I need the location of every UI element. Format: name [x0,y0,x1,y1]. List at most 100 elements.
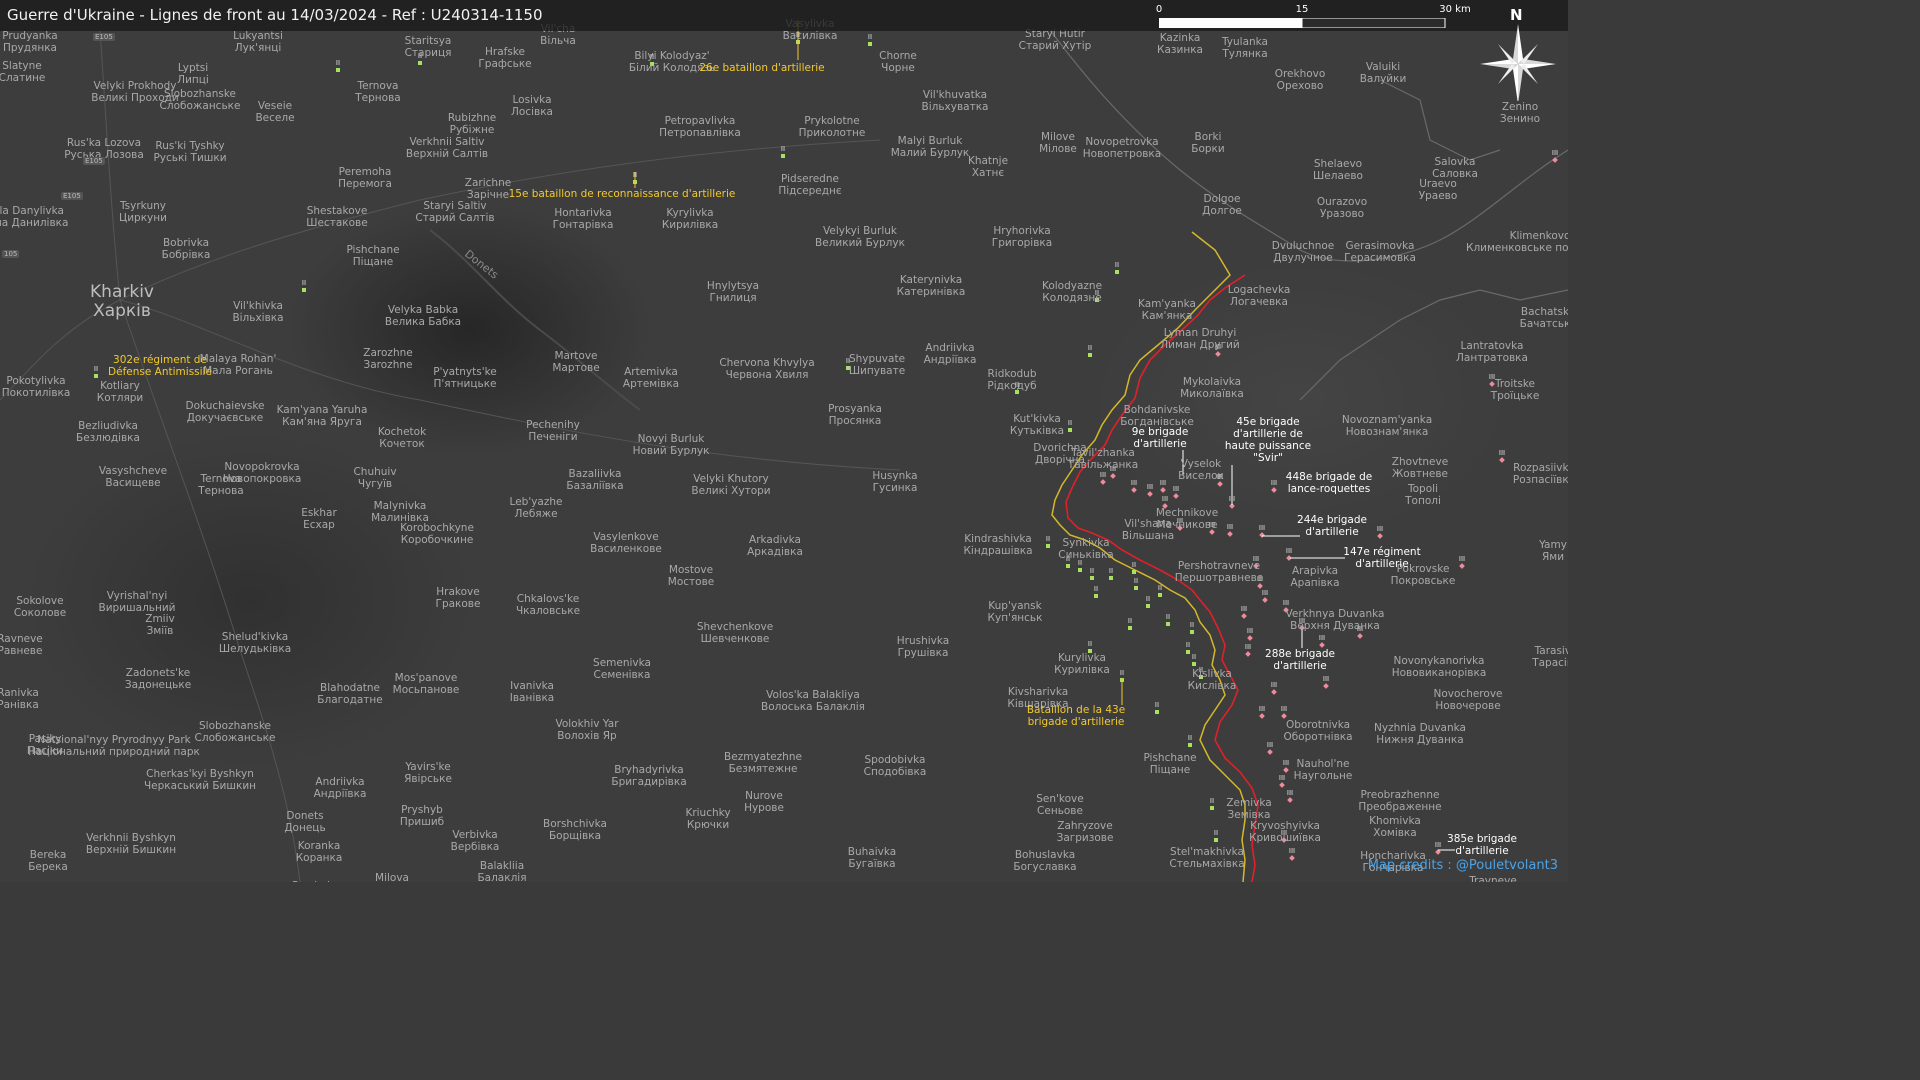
ukrainian-unit-marker[interactable] [1046,544,1050,548]
russian-unit-marker[interactable] [1215,351,1221,357]
place-name-ukrainian: Прудянка [2,42,57,54]
ukrainian-unit-marker[interactable] [1188,743,1192,747]
place-name-ukrainian: Старий Салтів [415,212,495,224]
unit-label-ru[interactable]: 45e brigade d'artillerie de haute puissa… [1221,416,1316,464]
russian-unit-marker[interactable] [1357,633,1363,639]
place-label: Yamy Ями [1539,539,1567,563]
ukrainian-unit-marker[interactable] [1155,710,1159,714]
ukrainian-unit-marker[interactable] [1094,594,1098,598]
ukrainian-unit-marker[interactable] [1090,576,1094,580]
unit-label-ua[interactable]: Bataillon de la 43e brigade d'artillerie [1006,704,1146,728]
russian-unit-marker[interactable] [1262,597,1268,603]
russian-unit-marker[interactable] [1110,473,1116,479]
place-name-ukrainian: Мосьпанове [392,684,460,696]
place-name-latin: Logachevka [1227,284,1291,296]
ukrainian-unit-marker[interactable] [94,374,98,378]
russian-unit-marker[interactable] [1147,491,1153,497]
place-name-latin: Ridkodub [987,368,1037,380]
unit-label-ru[interactable]: 9e brigade d'artillerie [1125,426,1195,450]
place-label: Pechenihy Печеніги [526,419,580,443]
place-name-ukrainian: Великий Бурлук [815,237,905,249]
ukrainian-unit-marker[interactable] [1186,650,1190,654]
place-name-ukrainian: Тернова [355,92,401,104]
map-canvas[interactable]: II II II II II II II II II II II II II II II II II II II II… [0,0,1568,882]
ukrainian-unit-marker[interactable] [1210,806,1214,810]
unit-label-ua[interactable]: 26e bataillon d'artillerie [699,62,824,74]
russian-unit-marker[interactable] [1173,493,1179,499]
ukrainian-unit-marker[interactable] [1068,428,1072,432]
place-name-ukrainian: Мала Данилівка [0,217,69,229]
ukrainian-unit-marker[interactable] [1166,622,1170,626]
russian-unit-marker[interactable] [1160,487,1166,493]
unit-label-ru[interactable]: 147e régiment d'artillerie [1337,546,1427,570]
russian-unit-marker[interactable] [1259,532,1265,538]
place-name-latin: Ivanivka [510,680,554,692]
ukrainian-unit-marker[interactable] [781,154,785,158]
russian-unit-marker[interactable] [1131,487,1137,493]
russian-unit-marker[interactable] [1100,479,1106,485]
russian-unit-marker[interactable] [1241,613,1247,619]
place-name-latin: Zarozhne [363,347,413,359]
russian-unit-marker[interactable] [1245,651,1251,657]
russian-unit-marker[interactable] [1259,713,1265,719]
ukrainian-unit-marker[interactable] [1192,662,1196,666]
ukrainian-unit-marker[interactable] [1109,576,1113,580]
ukrainian-unit-marker[interactable] [1088,353,1092,357]
russian-unit-marker[interactable] [1552,157,1558,163]
ukrainian-unit-marker[interactable] [1078,568,1082,572]
place-name-latin: Cherkas'kyi Byshkyn [146,768,254,780]
ukrainian-unit-marker[interactable] [1128,626,1132,630]
russian-unit-marker[interactable] [1279,782,1285,788]
ukrainian-unit-marker[interactable] [1134,586,1138,590]
place-name-latin: Shypuvate [848,353,906,365]
place-name-latin: Bryhadyrivka [614,764,684,776]
place-label: Pasiky Пасіки [27,733,63,757]
russian-unit-marker[interactable] [1227,531,1233,537]
ukrainian-unit-marker[interactable] [868,42,872,46]
ukrainian-unit-marker[interactable] [1214,838,1218,842]
ukrainian-unit-marker[interactable] [302,288,306,292]
place-name-ukrainian: Курилівка [1054,664,1110,676]
place-name-ukrainian: Крючки [686,819,730,831]
russian-unit-marker[interactable] [1289,855,1295,861]
place-name-ukrainian: Кутьківка [1009,425,1065,437]
russian-unit-marker[interactable] [1267,749,1273,755]
unit-label-ru[interactable]: 385e brigade d'artillerie [1442,833,1522,857]
ukrainian-unit-marker[interactable] [336,68,340,72]
ukrainian-unit-marker[interactable] [1115,270,1119,274]
unit-label-ua[interactable]: 302e régiment de Défense Antimissile [100,354,220,378]
place-name-latin: Volos'ka Balakliya [766,689,860,701]
ukrainian-unit-marker[interactable] [1158,593,1162,597]
place-label: Malyi Burluk Малий Бурлук [891,135,970,159]
unit-label-ua[interactable]: 15e bataillon de reconnaissance d'artill… [509,188,736,200]
place-label: Rubizhne Рубіжне [448,112,496,136]
russian-unit-marker[interactable] [1283,767,1289,773]
russian-unit-marker[interactable] [1281,713,1287,719]
place-name-latin: Losivka [512,94,552,106]
place-label: Gerasimovka Герасимовка [1344,240,1416,264]
place-name-latin: Kup'yansk [988,600,1042,612]
place-name-ukrainian: Клименковське поселення [1465,242,1568,254]
place-name-ukrainian: Васищеве [105,477,161,489]
russian-unit-marker[interactable] [1257,583,1263,589]
map-credits[interactable]: Map credits : @Pouletvolant3 [1368,858,1558,873]
ukrainian-unit-marker[interactable] [1066,564,1070,568]
russian-unit-marker[interactable] [1217,481,1223,487]
ukrainian-unit-marker[interactable] [1132,570,1136,574]
russian-unit-marker[interactable] [1323,683,1329,689]
unit-label-ru[interactable]: 288e brigade d'artillerie [1260,648,1340,672]
ukrainian-unit-marker[interactable] [1190,630,1194,634]
unit-label-ru[interactable]: 448e brigade de lance-roquettes [1274,471,1384,495]
place-name-latin: Petropavlivka [664,115,736,127]
russian-unit-marker[interactable] [1499,457,1505,463]
ukrainian-unit-marker[interactable] [1146,604,1150,608]
russian-unit-marker[interactable] [1459,563,1465,569]
russian-unit-marker[interactable] [1271,689,1277,695]
russian-unit-marker[interactable] [1247,635,1253,641]
ukrainian-unit-marker[interactable] [418,61,422,65]
russian-unit-marker[interactable] [1319,642,1325,648]
russian-unit-marker[interactable] [1377,533,1383,539]
unit-label-ru[interactable]: 244e brigade d'artillerie [1292,514,1372,538]
place-name-latin: Valuiki [1365,61,1401,73]
russian-unit-marker[interactable] [1287,797,1293,803]
